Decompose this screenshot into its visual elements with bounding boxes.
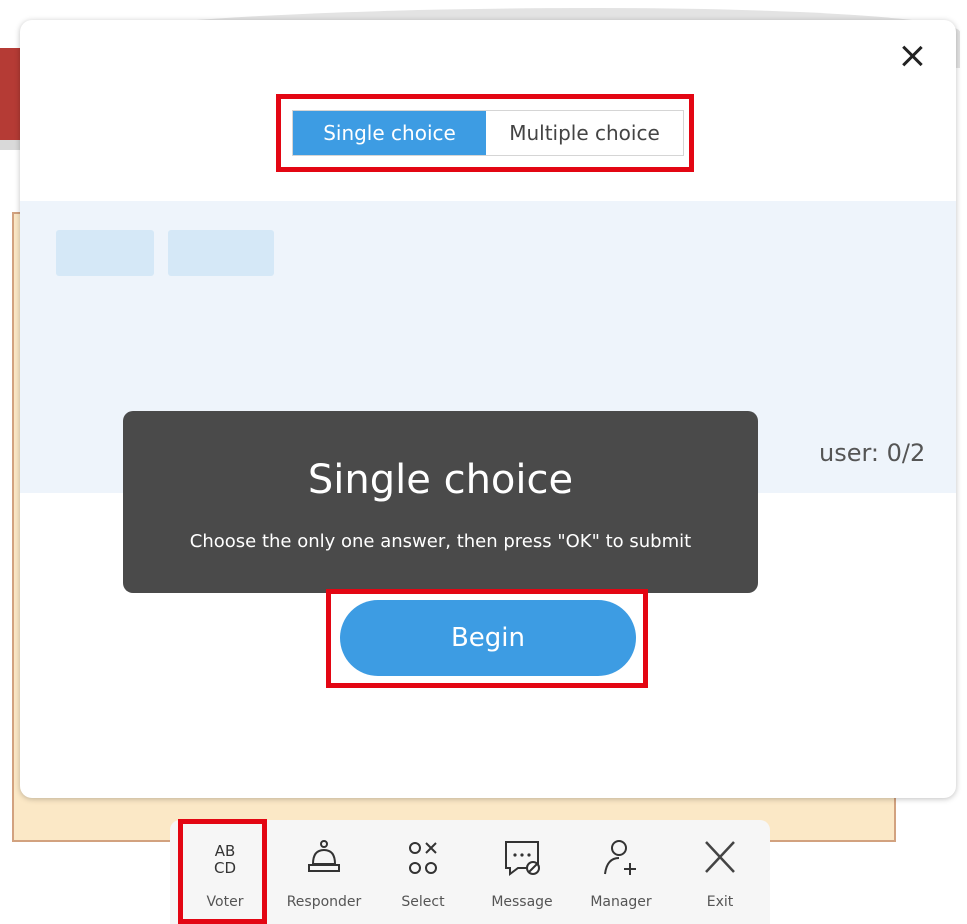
toolbar-label: Select — [401, 894, 445, 910]
toolbar-item-manager[interactable]: Manager — [573, 820, 669, 924]
svg-text:AB: AB — [215, 842, 236, 860]
tab-multiple-choice[interactable]: Multiple choice — [486, 111, 683, 155]
toolbar-label: Message — [491, 894, 553, 910]
toolbar-item-responder[interactable]: Responder — [276, 820, 372, 924]
bell-icon — [300, 838, 348, 878]
toolbar-item-message[interactable]: Message — [474, 820, 570, 924]
toolbar-item-select[interactable]: Select — [375, 820, 471, 924]
tab-single-choice[interactable]: Single choice — [293, 111, 486, 155]
abcd-icon: AB CD — [201, 838, 249, 878]
message-icon — [498, 838, 546, 878]
begin-button[interactable]: Begin — [340, 600, 636, 676]
user-count: user: 0/2 — [819, 439, 926, 467]
answer-option[interactable] — [168, 230, 274, 276]
toolbar-label: Exit — [706, 894, 734, 910]
add-user-icon — [597, 838, 645, 878]
close-icon[interactable] — [898, 42, 926, 70]
svg-text:CD: CD — [214, 859, 236, 877]
toast-description: Choose the only one answer, then press "… — [189, 531, 692, 552]
bottom-toolbar: AB CD Voter Responder Select Message Mana… — [170, 820, 770, 924]
toolbar-item-voter[interactable]: AB CD Voter — [177, 820, 273, 924]
toolbar-label: Voter — [206, 894, 244, 910]
voter-dialog: Single choice Multiple choice user: 0/2 … — [20, 20, 956, 798]
info-toast: Single choice Choose the only one answer… — [123, 411, 758, 593]
toolbar-label: Responder — [286, 894, 362, 910]
answer-option[interactable] — [56, 230, 154, 276]
shapes-icon — [399, 838, 447, 878]
toolbar-label: Manager — [590, 894, 652, 910]
toast-title: Single choice — [307, 457, 574, 503]
toolbar-item-exit[interactable]: Exit — [672, 820, 768, 924]
background-shape — [0, 140, 20, 150]
choice-type-toggle: Single choice Multiple choice — [292, 110, 684, 156]
exit-icon — [696, 838, 744, 878]
